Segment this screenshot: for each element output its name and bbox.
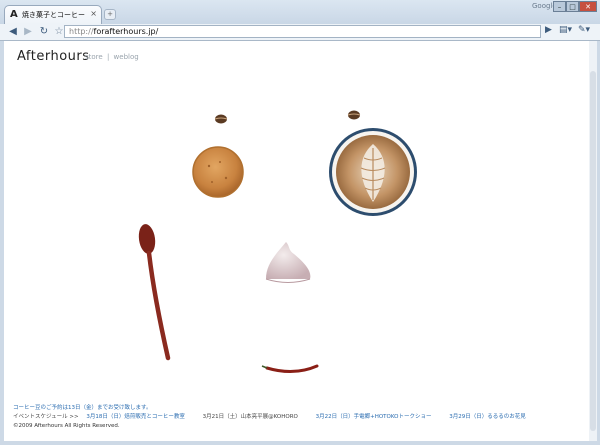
minimize-button[interactable]: – (553, 1, 566, 12)
face-illustration (138, 110, 417, 373)
new-tab-button[interactable]: + (104, 9, 116, 20)
go-arrow-icon[interactable]: ▶ (545, 25, 552, 35)
reserve-notice-link[interactable]: コーヒー豆のご予約は13日（金）までお受け致します。 (13, 404, 542, 413)
site-nav: store | weblog (85, 53, 139, 61)
reload-icon[interactable]: ↻ (37, 25, 51, 39)
maximize-button[interactable]: □ (566, 1, 579, 12)
page-viewport: Afterhours store | weblog コーヒー豆のご予約は13日（… (4, 41, 589, 441)
nav-separator: | (106, 53, 110, 61)
tab-close-icon[interactable]: × (90, 9, 97, 18)
address-bar[interactable]: http://forafterhours.jp/ (64, 25, 541, 38)
site-logo[interactable]: Afterhours (17, 49, 90, 64)
cookie-eye (192, 146, 244, 198)
browser-toolbar: ◀ ▶ ↻ ☆ http://forafterhours.jp/ ▶ ▤▾ ✎▾ (0, 24, 600, 41)
event-link[interactable]: 3月29日（日）るるるのお花見 (449, 414, 526, 420)
coffee-bean-right (347, 110, 361, 120)
chili-mouth (261, 364, 319, 373)
event-schedule: イベントスケジュール >> 3月18日（日）焙煎販売とコーヒー教室 3月21日（… (13, 413, 542, 422)
page-menu-icon[interactable]: ▤▾ (559, 25, 572, 35)
copyright: ©2009 Afterhours All Rights Reserved. (13, 423, 120, 429)
scrollbar-thumb[interactable] (590, 71, 596, 431)
browser-tab[interactable]: A 焼き菓子とコーヒー｜… × (4, 5, 102, 24)
url-text: http://forafterhours.jp/ (69, 27, 159, 36)
event-link[interactable]: 3月22日（日）手電郷+HOTOKOトークショー (316, 414, 432, 420)
latte-cup-eye (329, 128, 417, 216)
event-link[interactable]: 3月21日（土）山本亮平展@KOHORO (203, 414, 298, 420)
tab-title: 焼き菓子とコーヒー｜… (22, 11, 86, 19)
coffee-bean-left (214, 114, 228, 124)
meringue-nose (265, 242, 311, 283)
close-window-button[interactable]: ✕ (579, 1, 597, 12)
browser-titlebar: A 焼き菓子とコーヒー｜… × + Google – □ ✕ (0, 0, 600, 24)
vertical-scrollbar[interactable] (589, 41, 597, 441)
event-schedule-label: イベントスケジュール >> (13, 414, 79, 420)
forward-arrow-icon[interactable]: ▶ (21, 25, 35, 39)
spoon (138, 224, 171, 361)
footer: コーヒー豆のご予約は13日（金）までお受け致します。 イベントスケジュール >>… (13, 404, 542, 431)
back-arrow-icon[interactable]: ◀ (6, 25, 20, 39)
wrench-menu-icon[interactable]: ✎▾ (578, 25, 590, 35)
favicon-icon: A (10, 9, 18, 20)
nav-weblog-link[interactable]: weblog (114, 53, 139, 61)
event-link[interactable]: 3月18日（日）焙煎販売とコーヒー教室 (86, 414, 185, 420)
nav-store-link[interactable]: store (85, 53, 103, 61)
